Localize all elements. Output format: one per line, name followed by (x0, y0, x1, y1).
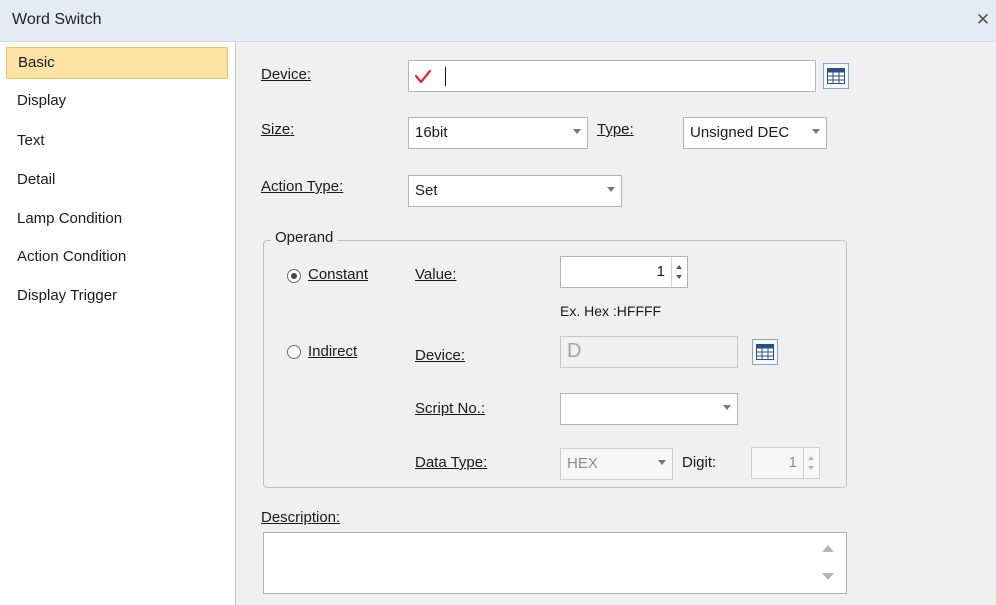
table-icon (756, 344, 774, 360)
chevron-down-icon (573, 129, 581, 134)
description-textarea[interactable] (263, 532, 847, 594)
type-select-value: Unsigned DEC (690, 124, 790, 141)
data-type-select[interactable]: HEX (560, 448, 673, 480)
indirect-radio[interactable] (287, 345, 301, 359)
script-no-select[interactable] (560, 393, 738, 425)
digit-label: Digit: (682, 454, 717, 471)
type-label-text: Type: (597, 121, 634, 138)
spin-down-icon[interactable] (808, 466, 814, 470)
check-mark-icon (414, 69, 432, 84)
sidebar-item-display-trigger[interactable]: Display Trigger (6, 281, 228, 313)
scroll-up-icon[interactable] (822, 545, 834, 552)
spin-up-icon[interactable] (808, 456, 814, 460)
text-cursor (445, 67, 446, 86)
constant-label-text: Constant (308, 266, 369, 283)
close-icon[interactable]: ✕ (974, 9, 992, 31)
digit-stepper-value: 1 (788, 454, 797, 471)
description-label: Description: (261, 509, 340, 526)
device-browse-button[interactable] (823, 63, 849, 89)
action-type-select[interactable]: Set (408, 175, 622, 207)
sidebar-item-display[interactable]: Display (6, 86, 228, 118)
scroll-down-icon[interactable] (822, 573, 834, 580)
spin-down-icon[interactable] (676, 275, 682, 279)
indirect-label-text: Indirect (308, 343, 358, 360)
device-input[interactable] (408, 60, 816, 92)
chevron-down-icon (607, 187, 615, 192)
digit-spin-buttons[interactable] (803, 448, 820, 478)
hex-hint: Ex. Hex :HFFFF (560, 303, 662, 319)
indirect-label[interactable]: Indirect (308, 343, 357, 360)
spin-up-icon[interactable] (676, 265, 682, 269)
sidebar-item-basic[interactable]: Basic (6, 47, 228, 79)
action-type-label: Action Type: (261, 178, 343, 195)
indirect-device-value: D (567, 340, 582, 362)
indirect-device-input[interactable]: D (560, 336, 738, 368)
radio-selected-dot (291, 273, 297, 279)
indirect-device-label: Device: (415, 347, 465, 364)
window-title: Word Switch (12, 11, 102, 28)
title-bar (0, 0, 996, 42)
type-select[interactable]: Unsigned DEC (683, 117, 827, 149)
sidebar-item-action-condition[interactable]: Action Condition (6, 242, 228, 274)
constant-radio[interactable] (287, 269, 301, 283)
value-stepper-value: 1 (656, 263, 665, 280)
script-no-label-text: Script No.: (415, 400, 486, 417)
script-no-label: Script No.: (415, 400, 485, 417)
value-label-text: Value: (415, 266, 457, 283)
value-stepper[interactable]: 1 (560, 256, 688, 288)
sidebar-item-detail[interactable]: Detail (6, 165, 228, 197)
size-select[interactable]: 16bit (408, 117, 588, 149)
device-label-text: Device: (261, 66, 312, 83)
description-label-text: Description: (261, 509, 341, 526)
device-label: Device: (261, 66, 311, 83)
data-type-label-text: Data Type: (415, 454, 488, 471)
chevron-down-icon (812, 129, 820, 134)
data-type-select-value: HEX (567, 455, 598, 472)
indirect-device-browse-button[interactable] (752, 339, 778, 365)
size-select-value: 16bit (415, 124, 448, 141)
constant-label[interactable]: Constant (308, 266, 368, 283)
sidebar-item-lamp-condition[interactable]: Lamp Condition (6, 204, 228, 236)
sidebar-item-text[interactable]: Text (6, 126, 228, 158)
indirect-device-label-text: Device: (415, 347, 466, 364)
data-type-label: Data Type: (415, 454, 487, 471)
chevron-down-icon (723, 405, 731, 410)
action-type-select-value: Set (415, 182, 438, 199)
value-label: Value: (415, 266, 456, 283)
sidebar-nav: Basic Display Text Detail Lamp Condition… (0, 42, 236, 605)
chevron-down-icon (658, 460, 666, 465)
table-icon (827, 68, 845, 84)
size-label: Size: (261, 121, 294, 138)
type-label: Type: (597, 121, 634, 138)
operand-legend: Operand (271, 229, 338, 246)
digit-stepper[interactable]: 1 (751, 447, 820, 479)
size-label-text: Size: (261, 121, 295, 138)
action-type-label-text: Action Type: (261, 178, 344, 195)
value-spin-buttons[interactable] (671, 257, 688, 287)
